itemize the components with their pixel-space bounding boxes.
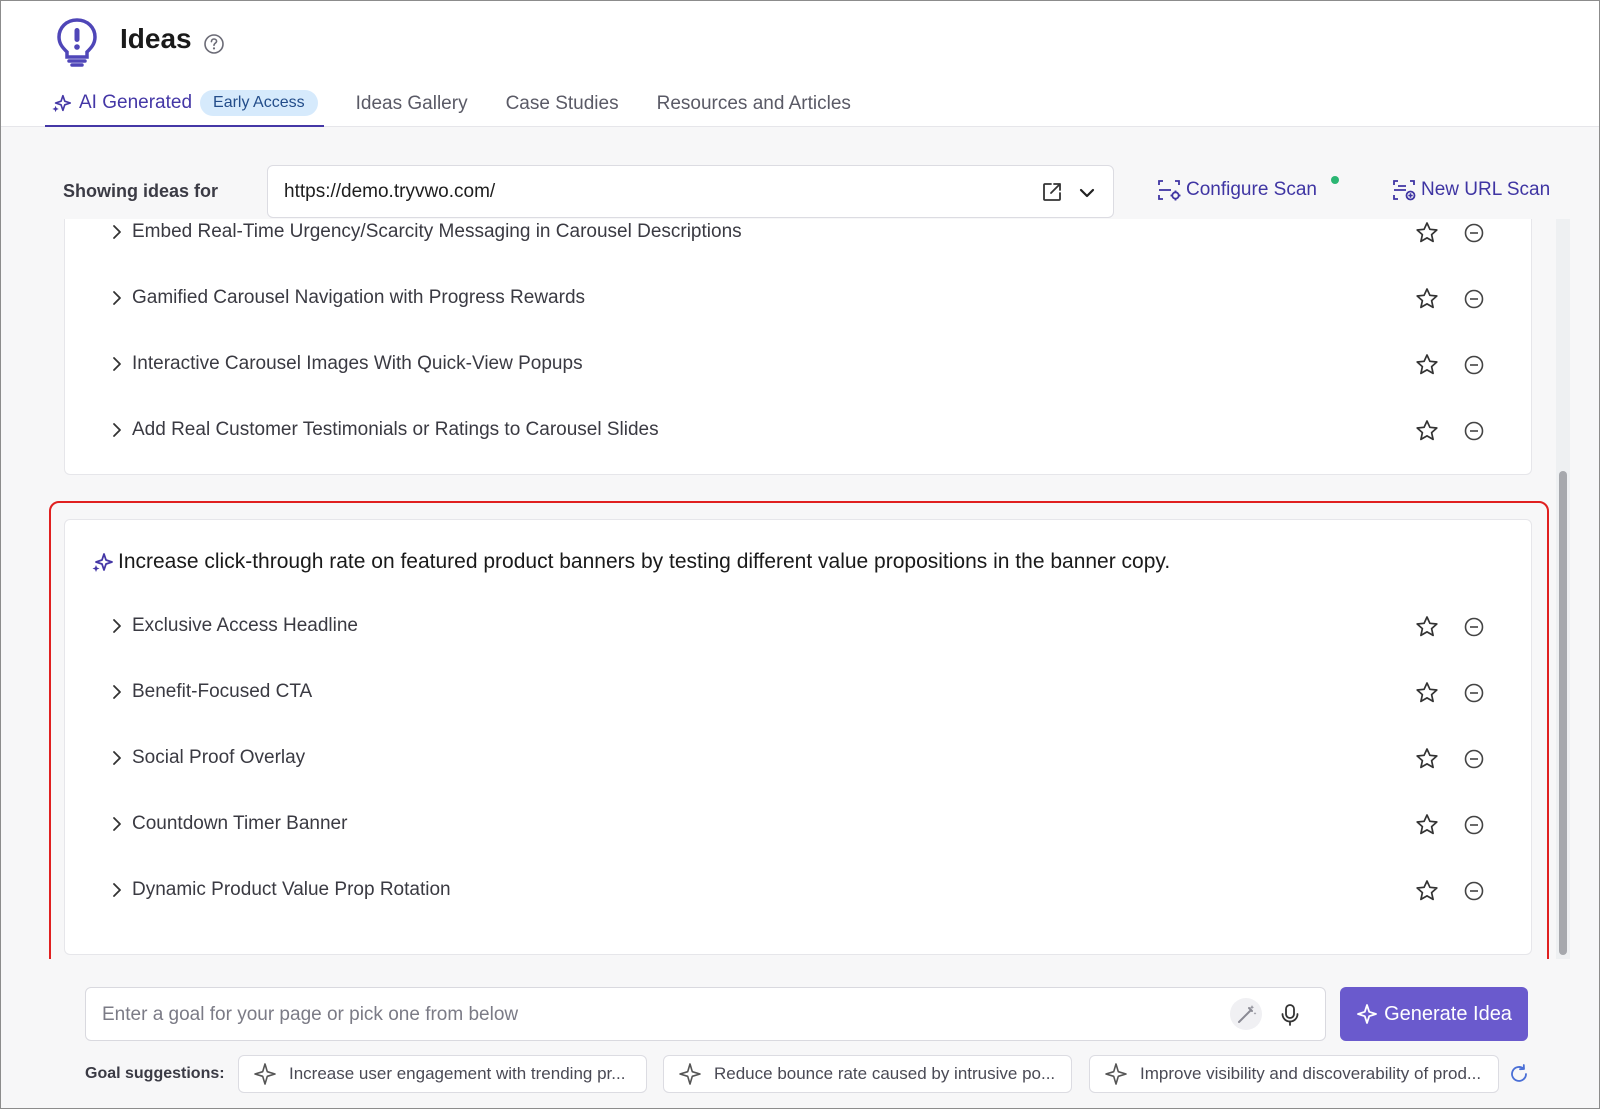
app-window: Ideas AI Generated Early Access Ideas Ga… (0, 0, 1600, 1109)
sparkle-icon (1357, 1004, 1377, 1024)
chevron-right-icon (113, 817, 121, 831)
sparkle-icon (92, 553, 113, 572)
chevron-right-icon (113, 423, 121, 437)
tab-case-studies[interactable]: Case Studies (506, 81, 619, 127)
goal-suggestions-label: Goal suggestions: (85, 1065, 225, 1082)
chevron-right-icon (113, 357, 121, 371)
sparkle-icon (1105, 1063, 1127, 1085)
goal-suggestion-chip[interactable]: Increase user engagement with trending p… (238, 1055, 647, 1093)
magic-wand-button[interactable] (1230, 998, 1262, 1030)
configure-scan-label: Configure Scan (1186, 179, 1317, 200)
idea-title: Benefit-Focused CTA (132, 681, 313, 702)
ideas-list[interactable]: Embed Real-Time Urgency/Scarcity Messagi… (1, 219, 1599, 959)
goal-suggestion-chip[interactable]: Reduce bounce rate caused by intrusive p… (663, 1055, 1072, 1093)
chevron-right-icon (113, 751, 121, 765)
new-url-scan-label: New URL Scan (1421, 179, 1551, 200)
goal-text: Increase click-through rate on featured … (118, 550, 1171, 573)
generate-idea-button[interactable]: Generate Idea (1340, 987, 1528, 1041)
status-dot (1331, 176, 1339, 184)
tab-ideas-gallery[interactable]: Ideas Gallery (356, 81, 468, 127)
url-value: https://demo.tryvwo.com/ (284, 181, 496, 202)
goal-input-box (85, 987, 1326, 1041)
dismiss-icon[interactable] (1463, 354, 1485, 376)
new-scan-icon (1393, 180, 1416, 201)
tab-ai-generated[interactable]: AI Generated Early Access (45, 81, 324, 127)
goal-suggestion-text: Increase user engagement with trending p… (289, 1064, 626, 1083)
goal-suggestion-text: Improve visibility and discoverability o… (1140, 1064, 1482, 1083)
star-icon[interactable] (1414, 680, 1440, 706)
goal-heading: Increase click-through rate on featured … (91, 550, 1170, 574)
dismiss-icon[interactable] (1463, 880, 1485, 902)
star-icon[interactable] (1414, 878, 1440, 904)
help-icon[interactable] (203, 33, 225, 55)
idea-row[interactable]: Exclusive Access Headline (65, 606, 1531, 646)
dismiss-icon[interactable] (1463, 682, 1485, 704)
idea-title: Dynamic Product Value Prop Rotation (132, 879, 451, 900)
external-link-icon[interactable] (1040, 180, 1064, 204)
goal-suggestion-text: Reduce bounce rate caused by intrusive p… (714, 1064, 1056, 1083)
star-icon[interactable] (1414, 220, 1440, 246)
chevron-right-icon (113, 685, 121, 699)
idea-row[interactable]: Countdown Timer Banner (65, 804, 1531, 844)
url-select[interactable]: https://demo.tryvwo.com/ (267, 165, 1114, 218)
idea-title: Countdown Timer Banner (132, 813, 348, 834)
dismiss-icon[interactable] (1463, 420, 1485, 442)
idea-row[interactable]: Benefit-Focused CTA (65, 672, 1531, 712)
chevron-down-icon[interactable] (1076, 182, 1098, 204)
scan-bar: Showing ideas for https://demo.tryvwo.co… (1, 127, 1599, 219)
idea-title: Exclusive Access Headline (132, 615, 358, 636)
idea-row[interactable]: Add Real Customer Testimonials or Rating… (65, 410, 1531, 450)
star-icon[interactable] (1414, 812, 1440, 838)
page-title: Ideas (120, 23, 192, 54)
microphone-icon[interactable] (1277, 1002, 1303, 1028)
goal-input[interactable] (102, 1002, 1202, 1028)
sparkle-icon (679, 1063, 701, 1085)
configure-scan-button[interactable]: Configure Scan (1156, 177, 1317, 203)
idea-title: Gamified Carousel Navigation with Progre… (132, 287, 586, 308)
generate-idea-label: Generate Idea (1384, 1002, 1512, 1025)
star-icon[interactable] (1414, 286, 1440, 312)
goal-suggestion-chip[interactable]: Improve visibility and discoverability o… (1089, 1055, 1499, 1093)
new-url-scan-button[interactable]: New URL Scan (1391, 177, 1550, 203)
idea-title: Add Real Customer Testimonials or Rating… (132, 419, 659, 440)
showing-ideas-label: Showing ideas for (63, 181, 219, 201)
idea-row[interactable]: Interactive Carousel Images With Quick-V… (65, 344, 1531, 384)
dismiss-icon[interactable] (1463, 814, 1485, 836)
star-icon[interactable] (1414, 418, 1440, 444)
chevron-right-icon (113, 619, 121, 633)
star-icon[interactable] (1414, 746, 1440, 772)
sparkle-icon (254, 1063, 276, 1085)
dismiss-icon[interactable] (1463, 748, 1485, 770)
idea-row[interactable]: Gamified Carousel Navigation with Progre… (65, 278, 1531, 318)
magic-wand-icon (1238, 1005, 1257, 1023)
sparkle-icon (52, 94, 72, 113)
dismiss-icon[interactable] (1463, 288, 1485, 310)
idea-group-card: Increase click-through rate on featured … (64, 519, 1532, 955)
dismiss-icon[interactable] (1463, 616, 1485, 638)
lightbulb-logo-icon (57, 18, 97, 67)
idea-title: Interactive Carousel Images With Quick-V… (132, 353, 583, 374)
idea-row[interactable]: Social Proof Overlay (65, 738, 1531, 778)
tab-ai-generated-label: AI Generated (79, 92, 193, 113)
star-icon[interactable] (1414, 614, 1440, 640)
star-icon[interactable] (1414, 352, 1440, 378)
chevron-right-icon (113, 291, 121, 305)
idea-title: Social Proof Overlay (132, 747, 306, 768)
dismiss-icon[interactable] (1463, 222, 1485, 244)
early-access-badge: Early Access (200, 90, 318, 116)
idea-row[interactable]: Embed Real-Time Urgency/Scarcity Messagi… (65, 219, 1531, 252)
idea-group-card: Embed Real-Time Urgency/Scarcity Messagi… (64, 219, 1532, 475)
chevron-right-icon (113, 225, 121, 239)
refresh-icon[interactable] (1508, 1063, 1530, 1085)
idea-title: Embed Real-Time Urgency/Scarcity Messagi… (132, 221, 742, 242)
page-header: Ideas AI Generated Early Access Ideas Ga… (1, 1, 1599, 127)
idea-row[interactable]: Dynamic Product Value Prop Rotation (65, 870, 1531, 910)
chevron-right-icon (113, 883, 121, 897)
tab-bar: AI Generated Early Access Ideas Gallery … (45, 81, 889, 127)
scrollbar-thumb[interactable] (1559, 471, 1567, 955)
tab-resources-articles[interactable]: Resources and Articles (657, 81, 851, 127)
configure-scan-icon (1158, 180, 1181, 201)
